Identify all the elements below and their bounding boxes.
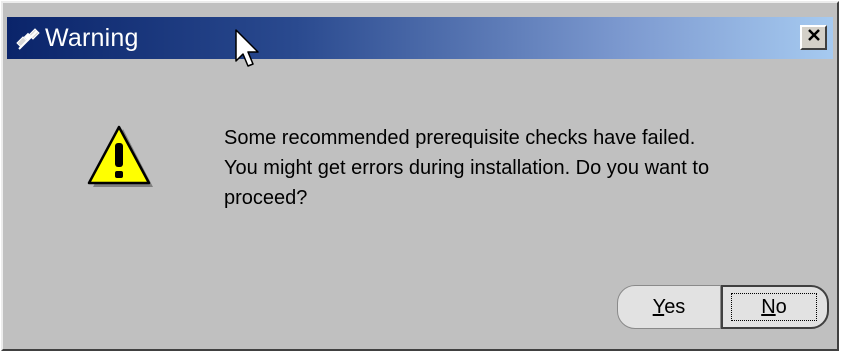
focus-rectangle: No	[731, 293, 817, 321]
message-line: proceed?	[224, 187, 308, 209]
close-icon	[807, 28, 821, 47]
window-title: Warning	[45, 24, 139, 52]
satellite-icon	[15, 25, 41, 51]
warning-dialog: Warning Some recommended prerequisite ch…	[1, 1, 839, 351]
title-bar[interactable]: Warning	[7, 17, 833, 59]
yes-button-label: Yes	[652, 295, 686, 318]
close-button[interactable]	[800, 25, 827, 50]
message-line: You might get errors during installation…	[224, 157, 710, 179]
no-button[interactable]: No	[721, 285, 829, 329]
yes-button[interactable]: Yes	[617, 285, 721, 329]
message-line: Some recommended prerequisite checks hav…	[224, 127, 696, 149]
mouse-pointer-icon	[235, 29, 261, 71]
dialog-message: Some recommended prerequisite checks hav…	[224, 123, 834, 213]
warning-icon	[83, 125, 155, 191]
no-button-label: No	[761, 295, 787, 318]
